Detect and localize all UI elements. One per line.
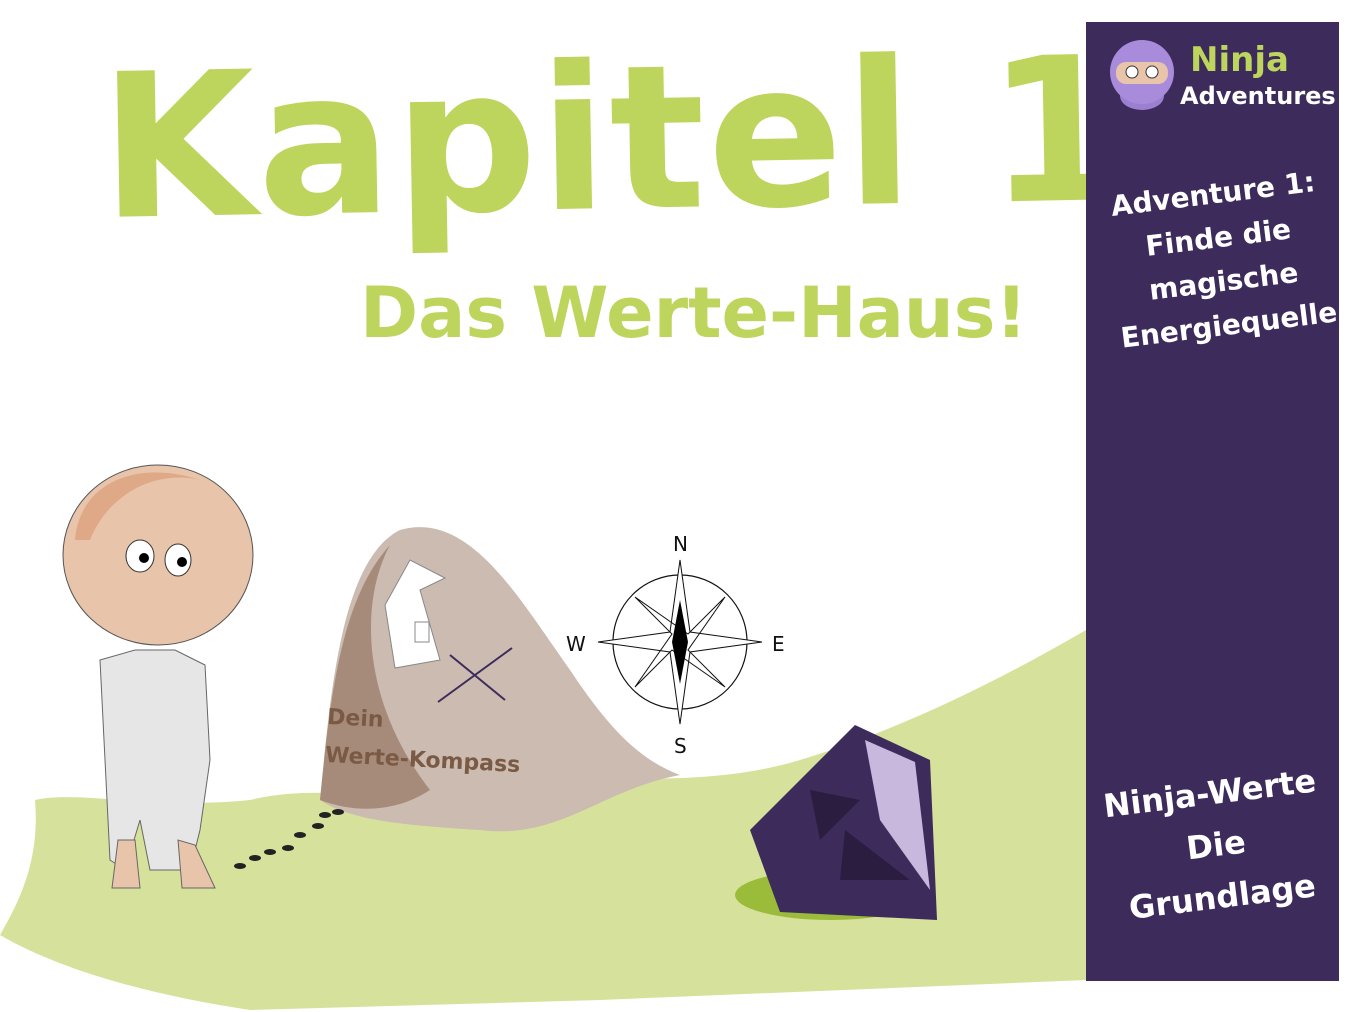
sidebar: Ninja Adventures Adventure 1: Finde die … <box>1086 22 1339 981</box>
values-title: Ninja-Werte Die Grundlage <box>1087 753 1344 937</box>
logo-adventures: Adventures <box>1180 82 1336 110</box>
compass-west: W <box>566 632 586 656</box>
page-subtitle: Das Werte-Haus! <box>360 272 1028 354</box>
logo-ninja: Ninja <box>1190 40 1289 80</box>
compass-south: S <box>674 734 687 758</box>
page-title: Kapitel 1 <box>98 14 1131 265</box>
adventure-title: Adventure 1: Finde die magische Energieq… <box>1096 159 1346 362</box>
ninja-logo-icon <box>1110 40 1174 110</box>
compass-north: N <box>673 532 688 556</box>
compass-rose <box>597 559 763 725</box>
compass-east: E <box>772 632 785 656</box>
gem <box>750 725 937 920</box>
map-label: Dein Werte-Kompass <box>324 699 523 785</box>
